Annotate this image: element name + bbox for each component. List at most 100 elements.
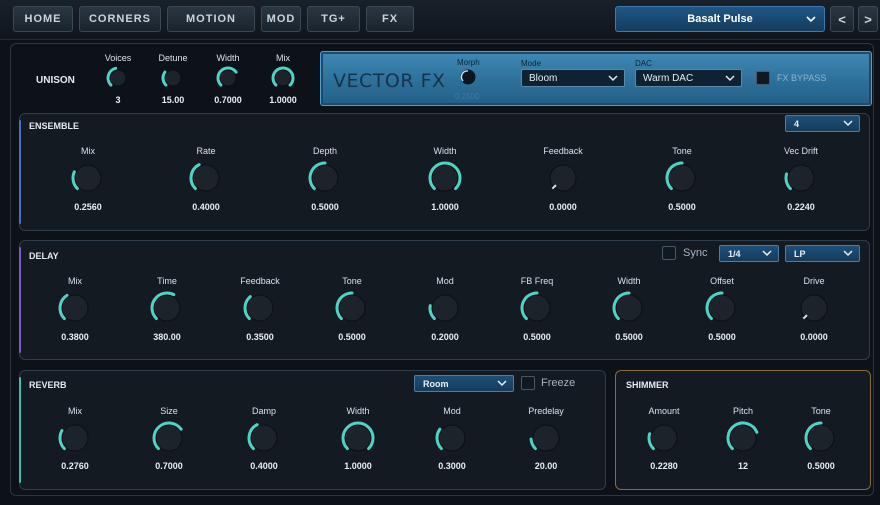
ensemble-mix-knob[interactable] — [70, 160, 106, 196]
reverb-predelay-knob[interactable] — [528, 420, 564, 456]
ensemble-voices-dropdown[interactable]: 4 — [785, 115, 860, 132]
tab-tg-plus[interactable]: TG+ — [307, 6, 360, 32]
delay-offset-knob[interactable] — [704, 290, 740, 326]
reverb-size-knob[interactable] — [151, 420, 187, 456]
morph-knob[interactable] — [459, 68, 477, 86]
delay-title: DELAY — [29, 251, 59, 261]
delay-mix-value: 0.3800 — [61, 332, 89, 342]
delay-feedback-knob[interactable] — [242, 290, 278, 326]
dac-dropdown[interactable]: Warm DAC — [635, 69, 742, 87]
prev-preset-button[interactable]: < — [830, 6, 854, 32]
shimmer-title: SHIMMER — [626, 380, 669, 390]
delay-feedback-value: 0.3500 — [246, 332, 274, 342]
freeze-checkbox[interactable] — [521, 376, 535, 390]
shimmer-tone-knob[interactable] — [803, 420, 839, 456]
ensemble-width-knob[interactable] — [427, 160, 463, 196]
tab-fx[interactable]: FX — [366, 6, 414, 32]
dac-value: Warm DAC — [643, 72, 694, 84]
unison-detune-knob[interactable] — [160, 65, 186, 91]
chevron-down-icon — [843, 247, 853, 262]
tab-motion[interactable]: MOTION — [167, 6, 255, 32]
delay-time-knob[interactable] — [149, 290, 185, 326]
unison-mix-knob[interactable] — [270, 65, 296, 91]
sync-checkbox[interactable] — [662, 246, 676, 260]
fx-bypass-checkbox[interactable] — [756, 71, 770, 85]
ensemble-vec-drift-knob[interactable] — [783, 160, 819, 196]
vector-fx-title: VECTOR FX — [333, 70, 446, 92]
reverb-predelay-label: Predelay — [528, 406, 564, 416]
ensemble-dropdown-value: 4 — [794, 118, 800, 129]
reverb-mix-knob[interactable] — [57, 420, 93, 456]
ensemble-mix-label: Mix — [81, 146, 95, 156]
delay-width-knob[interactable] — [611, 290, 647, 326]
ensemble-tone-knob[interactable] — [664, 160, 700, 196]
ensemble-feedback-label: Feedback — [543, 146, 583, 156]
preset-selector[interactable]: Basalt Pulse — [615, 6, 825, 32]
ensemble-vec-drift-label: Vec Drift — [783, 146, 818, 156]
delay-drive-value: 0.0000 — [800, 332, 828, 342]
ensemble-tone-label: Tone — [672, 146, 692, 156]
chevron-down-icon — [725, 72, 735, 87]
reverb-mod-label: Mod — [443, 406, 461, 416]
freeze-label: Freeze — [541, 377, 576, 389]
delay-mod-knob[interactable] — [427, 290, 463, 326]
tab-home[interactable]: HOME — [13, 6, 73, 32]
delay-drive-knob[interactable] — [796, 290, 832, 326]
reverb-damp-label: Damp — [251, 406, 276, 416]
unison-width-knob[interactable] — [215, 65, 241, 91]
next-preset-button[interactable]: > — [858, 6, 878, 32]
unison-title: UNISON — [36, 75, 75, 86]
ensemble-rate-knob[interactable] — [188, 160, 224, 196]
reverb-type-dropdown[interactable]: Room — [414, 375, 514, 392]
ensemble-depth-label: Depth — [312, 146, 338, 156]
delay-fb-freq-knob[interactable] — [519, 290, 555, 326]
unison-mix-label: Mix — [276, 53, 290, 63]
morph-value: 0.2500 — [455, 92, 480, 101]
dac-label: DAC — [635, 59, 652, 68]
delay-filter-dropdown[interactable]: LP — [785, 245, 860, 262]
ensemble-rate-value: 0.4000 — [192, 202, 220, 212]
panel-accent — [19, 377, 21, 483]
delay-division-dropdown[interactable]: 1/4 — [719, 245, 779, 262]
chevron-down-icon — [497, 377, 507, 392]
delay-offset-label: Offset — [710, 276, 734, 286]
ensemble-depth-knob[interactable] — [307, 160, 343, 196]
unison-mix-value: 1.0000 — [269, 95, 297, 105]
reverb-damp-knob[interactable] — [246, 420, 282, 456]
sync-label: Sync — [683, 247, 708, 259]
shimmer-amount-knob[interactable] — [646, 420, 682, 456]
reverb-panel — [19, 370, 606, 490]
ensemble-depth-value: 0.5000 — [311, 202, 339, 212]
ensemble-feedback-knob[interactable] — [545, 160, 581, 196]
delay-mix-knob[interactable] — [57, 290, 93, 326]
shimmer-pitch-label: Pitch — [732, 406, 753, 416]
top-bar: HOME CORNERS MOTION MOD TG+ FX Basalt Pu… — [0, 0, 880, 40]
reverb-damp-value: 0.4000 — [250, 461, 278, 471]
delay-tone-knob[interactable] — [334, 290, 370, 326]
shimmer-pitch-knob[interactable] — [725, 420, 761, 456]
mode-dropdown[interactable]: Bloom — [521, 69, 625, 87]
unison-voices-knob[interactable] — [105, 65, 131, 91]
chevron-down-icon — [608, 72, 618, 87]
reverb-width-knob[interactable] — [340, 420, 376, 456]
fx-bypass-label: FX BYPASS — [777, 73, 827, 83]
reverb-width-value: 1.0000 — [344, 461, 372, 471]
reverb-mix-label: Mix — [68, 406, 82, 416]
reverb-predelay-value: 20.00 — [534, 461, 558, 471]
tab-mod[interactable]: MOD — [261, 6, 301, 32]
tab-corners[interactable]: CORNERS — [79, 6, 161, 32]
reverb-size-label: Size — [160, 406, 178, 416]
delay-tone-value: 0.5000 — [338, 332, 366, 342]
delay-mod-value: 0.2000 — [431, 332, 459, 342]
reverb-mix-value: 0.2760 — [61, 461, 89, 471]
ensemble-tone-value: 0.5000 — [668, 202, 696, 212]
chevron-down-icon — [762, 247, 772, 262]
reverb-mod-knob[interactable] — [434, 420, 470, 456]
shimmer-tone-label: Tone — [811, 406, 831, 416]
delay-offset-value: 0.5000 — [708, 332, 736, 342]
delay-division-value: 1/4 — [728, 248, 741, 259]
delay-filter-value: LP — [794, 248, 806, 259]
delay-drive-label: Drive — [803, 276, 825, 286]
shimmer-pitch-value: 12 — [737, 461, 748, 471]
delay-feedback-label: Feedback — [240, 276, 280, 286]
